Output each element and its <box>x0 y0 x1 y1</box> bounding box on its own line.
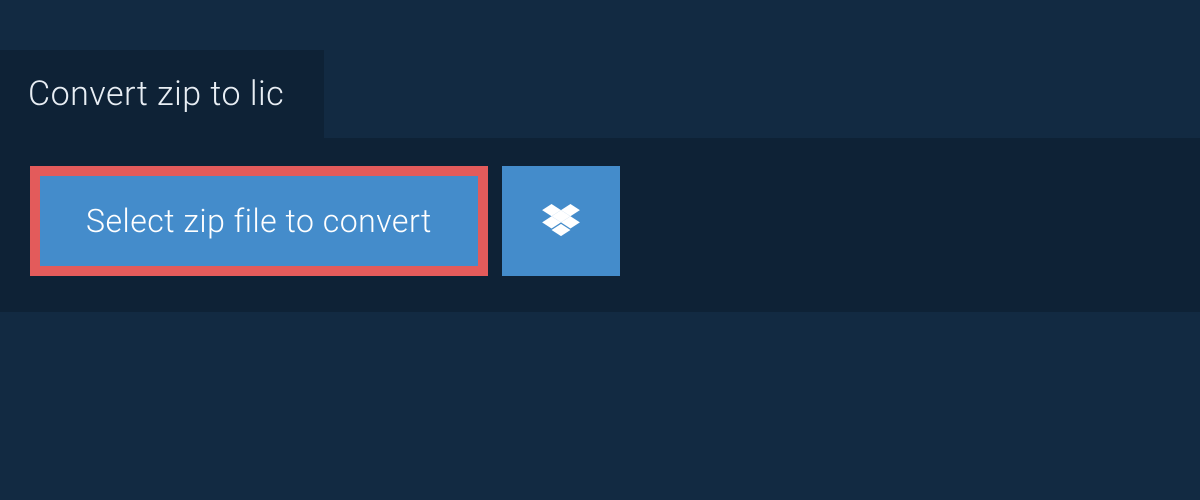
content-panel: Select zip file to convert <box>0 138 1200 312</box>
select-file-button[interactable]: Select zip file to convert <box>30 166 488 276</box>
tab-header: Convert zip to lic <box>0 50 324 138</box>
select-file-label: Select zip file to convert <box>86 202 432 240</box>
dropbox-icon <box>542 204 580 238</box>
tab-title: Convert zip to lic <box>28 74 284 114</box>
button-row: Select zip file to convert <box>30 166 1170 276</box>
dropbox-button[interactable] <box>502 166 620 276</box>
